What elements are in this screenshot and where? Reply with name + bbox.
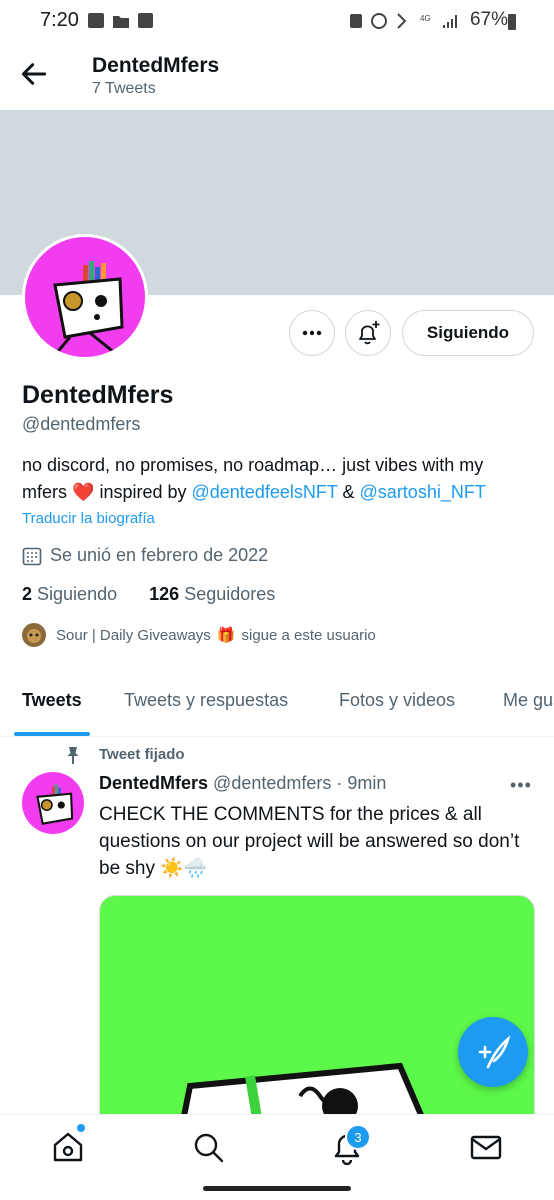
tab-media[interactable]: Fotos y videos xyxy=(339,690,455,711)
gesture-handle xyxy=(203,1186,351,1191)
status-system-icons: 4G xyxy=(350,13,457,29)
bio-text: inspired by xyxy=(94,482,192,502)
top-header: DentedMfers 7 Tweets xyxy=(0,42,554,110)
followers-link[interactable]: 126 Seguidores xyxy=(149,584,275,604)
battery-icon xyxy=(508,14,516,30)
bio-mention-sartoshi[interactable]: @sartoshi_NFT xyxy=(360,482,486,502)
tab-tweets-replies[interactable]: Tweets y respuestas xyxy=(124,690,288,711)
battery-level: 67% xyxy=(469,9,508,30)
tweet-avatar-drawing xyxy=(36,784,74,825)
translate-bio-link[interactable]: Traducir la biografía xyxy=(22,510,155,527)
header-tweet-count: 7 Tweets xyxy=(92,80,156,97)
tweet-text: CHECK THE COMMENTS for the prices & all … xyxy=(99,804,520,879)
follow-stats: 2 Siguiendo 126 Seguidores xyxy=(22,584,275,605)
heart-icon: ❤️ xyxy=(72,482,95,502)
pinned-label: Tweet fijado xyxy=(99,746,185,763)
messages-icon[interactable] xyxy=(468,1129,504,1165)
tweet-header: DentedMfers @dentedmfers · 9min xyxy=(99,773,386,794)
more-options-button[interactable] xyxy=(289,310,335,356)
following-button[interactable]: Siguiendo xyxy=(402,310,534,356)
followed-by-suffix: sigue a este usuario xyxy=(241,626,376,644)
header-title: DentedMfers xyxy=(92,54,220,77)
followed-by[interactable]: Sour | Daily Giveaways 🎁 sigue a este us… xyxy=(22,623,376,647)
compose-icon xyxy=(478,1035,511,1069)
compose-tweet-button[interactable] xyxy=(458,1017,528,1087)
home-unread-dot xyxy=(77,1124,85,1132)
bell-plus-icon xyxy=(359,321,380,345)
profile-avatar[interactable] xyxy=(22,234,148,360)
profile-handle: @dentedmfers xyxy=(22,414,141,434)
svg-text:4G: 4G xyxy=(420,14,431,23)
tweet-author-handle[interactable]: @dentedmfers xyxy=(213,773,331,793)
calendar-icon xyxy=(22,547,42,565)
gift-icon: 🎁 xyxy=(216,627,236,644)
status-notification-icons xyxy=(88,13,153,28)
tweet-time: · 9min xyxy=(336,773,387,793)
following-link[interactable]: 2 Siguiendo xyxy=(22,584,117,604)
status-bar: 7:20 4G 67% xyxy=(0,0,554,42)
profile-name: DentedMfers xyxy=(22,381,174,409)
tab-tweets[interactable]: Tweets xyxy=(22,690,82,711)
tweet-more-icon[interactable]: ••• xyxy=(510,775,532,796)
tab-likes[interactable]: Me gusta xyxy=(503,690,554,711)
bio-mention-dentedfeels[interactable]: @dentedfeelsNFT xyxy=(192,482,338,502)
more-icon xyxy=(302,330,322,336)
tweet-media-drawing xyxy=(176,1062,434,1136)
pin-icon xyxy=(67,747,79,764)
notifications-badge: 3 xyxy=(345,1124,371,1150)
follower-avatar-drawing xyxy=(27,629,41,643)
notify-button[interactable] xyxy=(345,310,391,356)
followed-by-name: Sour | Daily Giveaways xyxy=(56,626,211,644)
status-time: 7:20 xyxy=(40,9,79,31)
bio-text: & xyxy=(337,482,360,502)
tweet-author-avatar[interactable] xyxy=(22,772,84,834)
tweet-media[interactable] xyxy=(99,895,535,1137)
search-icon[interactable] xyxy=(190,1129,226,1165)
avatar-drawing xyxy=(53,261,124,357)
join-date: Se unió en febrero de 2022 xyxy=(22,545,268,566)
profile-bio: no discord, no promises, no roadmap… jus… xyxy=(22,452,522,506)
home-icon[interactable] xyxy=(50,1129,86,1165)
join-date-text: Se unió en febrero de 2022 xyxy=(50,545,269,565)
back-arrow-icon[interactable] xyxy=(18,58,50,90)
tweet-author-name[interactable]: DentedMfers xyxy=(99,773,208,793)
profile-tabs: Tweets Tweets y respuestas Fotos y video… xyxy=(0,672,554,737)
follower-avatar xyxy=(22,623,46,647)
active-tab-indicator xyxy=(14,732,90,736)
